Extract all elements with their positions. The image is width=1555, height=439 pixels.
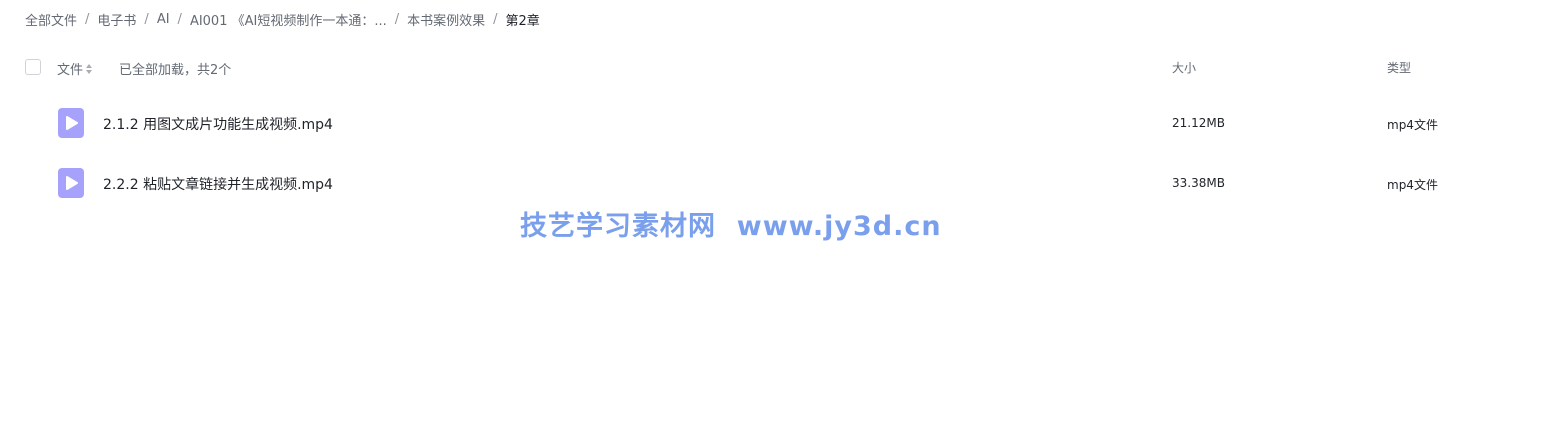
sort-by-name-button[interactable]: 文件 (57, 59, 93, 78)
file-name[interactable]: 2.1.2 用图文成片功能生成视频.mp4 (103, 114, 333, 134)
breadcrumb-separator: / (85, 11, 90, 27)
file-name[interactable]: 2.2.2 粘贴文章链接并生成视频.mp4 (103, 174, 333, 194)
breadcrumb-item-case-effects[interactable]: 本书案例效果 (407, 10, 485, 29)
breadcrumb-item-current-chapter: 第2章 (505, 13, 540, 29)
breadcrumb-separator: / (144, 11, 149, 27)
breadcrumb-item-all-files[interactable]: 全部文件 (25, 10, 77, 29)
breadcrumb-item-ebooks[interactable]: 电子书 (97, 10, 136, 29)
file-row[interactable]: 2.2.2 粘贴文章链接并生成视频.mp4 33.38MB mp4文件 (0, 156, 1555, 210)
breadcrumb-item-ai[interactable]: AI (157, 12, 170, 27)
name-column-label: 文件 (57, 63, 84, 78)
breadcrumb-separator: / (177, 11, 182, 27)
sort-icon (86, 63, 93, 75)
file-size: 21.12MB (1172, 116, 1225, 130)
file-browser: 全部文件 / 电子书 / AI / AI001 《AI短视频制作一本通：... … (0, 0, 1555, 439)
select-all-checkbox[interactable] (25, 59, 41, 75)
file-type: mp4文件 (1387, 178, 1438, 192)
video-file-icon (58, 168, 84, 198)
list-header: 文件 已全部加载，共2个 大小 类型 (0, 56, 1555, 80)
breadcrumb-separator: / (394, 11, 400, 27)
breadcrumb: 全部文件 / 电子书 / AI / AI001 《AI短视频制作一本通：... … (25, 8, 540, 30)
file-type: mp4文件 (1387, 118, 1438, 132)
size-column-label[interactable]: 大小 (1172, 59, 1196, 76)
watermark-text: 技艺学习素材网 www.jy3d.cn (520, 211, 942, 242)
file-row[interactable]: 2.1.2 用图文成片功能生成视频.mp4 21.12MB mp4文件 (0, 96, 1555, 150)
file-size: 33.38MB (1172, 176, 1225, 190)
type-column-label[interactable]: 类型 (1387, 59, 1411, 76)
breadcrumb-separator: / (493, 11, 498, 27)
loaded-count-text: 已全部加载，共2个 (119, 63, 232, 78)
breadcrumb-item-book-folder[interactable]: AI001 《AI短视频制作一本通：... (190, 10, 387, 29)
video-file-icon (58, 108, 84, 138)
